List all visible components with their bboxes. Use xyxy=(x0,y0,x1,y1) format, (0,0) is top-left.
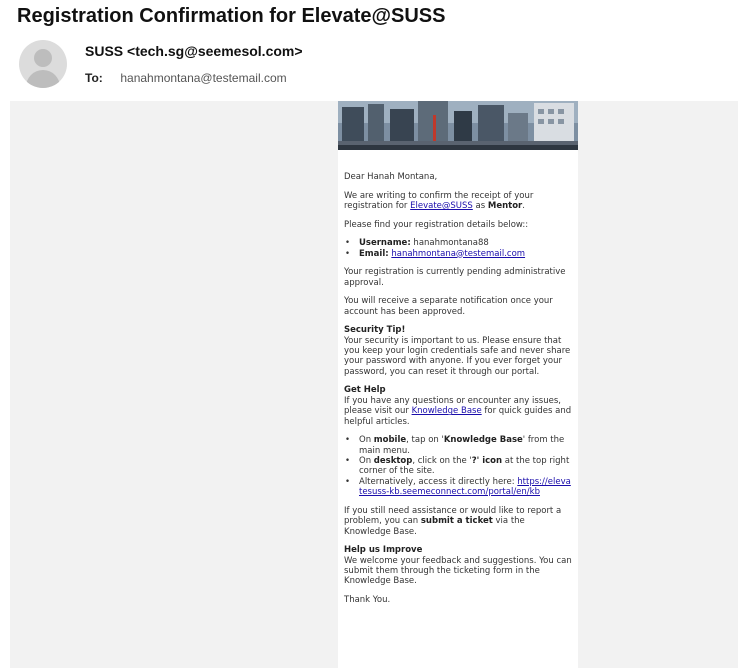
role-label: Mentor xyxy=(487,201,523,211)
confirmation-paragraph: We are writing to confirm the receipt of… xyxy=(344,190,534,211)
email-card: Dear Hanah Montana, We are writing to co… xyxy=(338,101,578,668)
list-item: Username: hanahmontana88 xyxy=(345,238,574,249)
security-tip-heading: Security Tip! xyxy=(344,325,406,336)
help-improve-text: We welcome your feedback and suggestions… xyxy=(344,555,572,587)
recipient-address[interactable]: hanahmontana@testemail.com xyxy=(120,71,286,85)
knowledge-base-link[interactable]: Knowledge Base xyxy=(412,406,482,416)
security-tip-text: Your security is important to us. Please… xyxy=(344,335,571,377)
list-item: Email: hanahmontana@testemail.com xyxy=(345,249,574,260)
to-label: To: xyxy=(85,71,103,85)
details-intro: Please find your registration details be… xyxy=(344,219,529,230)
sign-off: Thank You. xyxy=(344,595,391,606)
pending-approval-text: Your registration is currently pending a… xyxy=(344,267,566,288)
ticket-paragraph: If you still need assistance or would li… xyxy=(344,505,562,537)
list-item: Alternatively, access it directly here: … xyxy=(345,477,574,498)
security-tip: Security Tip! Your security is important … xyxy=(344,325,574,377)
elevate-suss-link[interactable]: Elevate@SUSS xyxy=(410,201,473,211)
get-help-heading: Get Help xyxy=(344,385,386,396)
help-improve: Help us Improve We welcome your feedback … xyxy=(344,545,574,587)
notification-text: You will receive a separate notification… xyxy=(344,296,553,317)
email-body-viewer[interactable]: Dear Hanah Montana, We are writing to co… xyxy=(10,101,738,668)
registration-details-list: Username: hanahmontana88 Email: hanahmon… xyxy=(344,238,574,259)
help-options-list: On mobile, tap on 'Knowledge Base' from … xyxy=(344,435,574,497)
list-item: On desktop, click on the '?' icon at the… xyxy=(345,456,574,477)
greeting: Dear Hanah Montana, xyxy=(344,172,438,182)
email-link[interactable]: hanahmontana@testemail.com xyxy=(391,249,525,259)
get-help: Get Help If you have any questions or enc… xyxy=(344,385,574,427)
list-item: On mobile, tap on 'Knowledge Base' from … xyxy=(345,435,574,456)
email-content: Dear Hanah Montana, We are writing to co… xyxy=(344,172,574,614)
help-improve-heading: Help us Improve xyxy=(344,545,423,556)
sender-address[interactable]: SUSS <tech.sg@seemesol.com> xyxy=(85,43,303,59)
recipient-row: To: hanahmontana@testemail.com xyxy=(85,71,287,85)
email-subject: Registration Confirmation for Elevate@SU… xyxy=(17,5,446,27)
sender-avatar-icon xyxy=(19,40,67,88)
banner-image xyxy=(338,101,578,150)
username-value: hanahmontana88 xyxy=(410,238,489,249)
